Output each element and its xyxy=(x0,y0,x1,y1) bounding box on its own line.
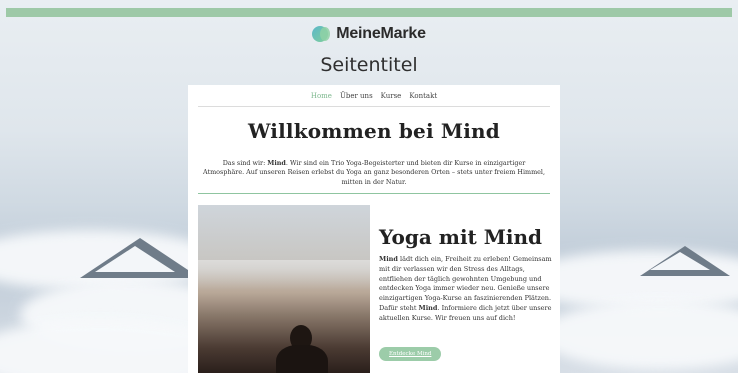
discover-mind-button[interactable]: Entdecke Mind xyxy=(379,347,442,362)
intro-brand: Mind xyxy=(267,159,286,167)
nav-item-ueber-uns[interactable]: Über uns xyxy=(340,92,373,100)
divider xyxy=(198,192,550,194)
feature-text: Yoga mit Mind Mind lädt dich ein, Freihe… xyxy=(379,205,560,362)
feature-body: Mind lädt dich ein, Freiheit zu erleben!… xyxy=(379,255,560,323)
brand-header[interactable]: MeineMarke xyxy=(0,25,738,43)
main-nav: Home Über uns Kurse Kontakt xyxy=(198,85,550,107)
feature-brand-1: Mind xyxy=(379,255,398,263)
nav-item-kontakt[interactable]: Kontakt xyxy=(409,92,437,100)
feature-section: Yoga mit Mind Mind lädt dich ein, Freihe… xyxy=(198,205,560,373)
brand-logo-icon xyxy=(312,26,331,42)
top-accent-bar xyxy=(6,8,732,17)
feature-brand-2: Mind xyxy=(418,303,438,312)
site-title: Seitentitel xyxy=(320,54,418,76)
intro-prefix: Das sind wir: xyxy=(222,159,268,167)
nav-item-home[interactable]: Home xyxy=(311,92,332,100)
intro-text: Das sind wir: Mind. Wir sind ein Trio Yo… xyxy=(202,159,546,187)
nav-item-kurse[interactable]: Kurse xyxy=(381,92,402,100)
brand-name: MeineMarke xyxy=(336,25,426,42)
feature-title: Yoga mit Mind xyxy=(379,225,543,249)
welcome-heading: Willkommen bei Mind xyxy=(248,119,500,143)
yoga-photo xyxy=(198,205,370,373)
content-card: Home Über uns Kurse Kontakt Willkommen b… xyxy=(188,85,560,373)
